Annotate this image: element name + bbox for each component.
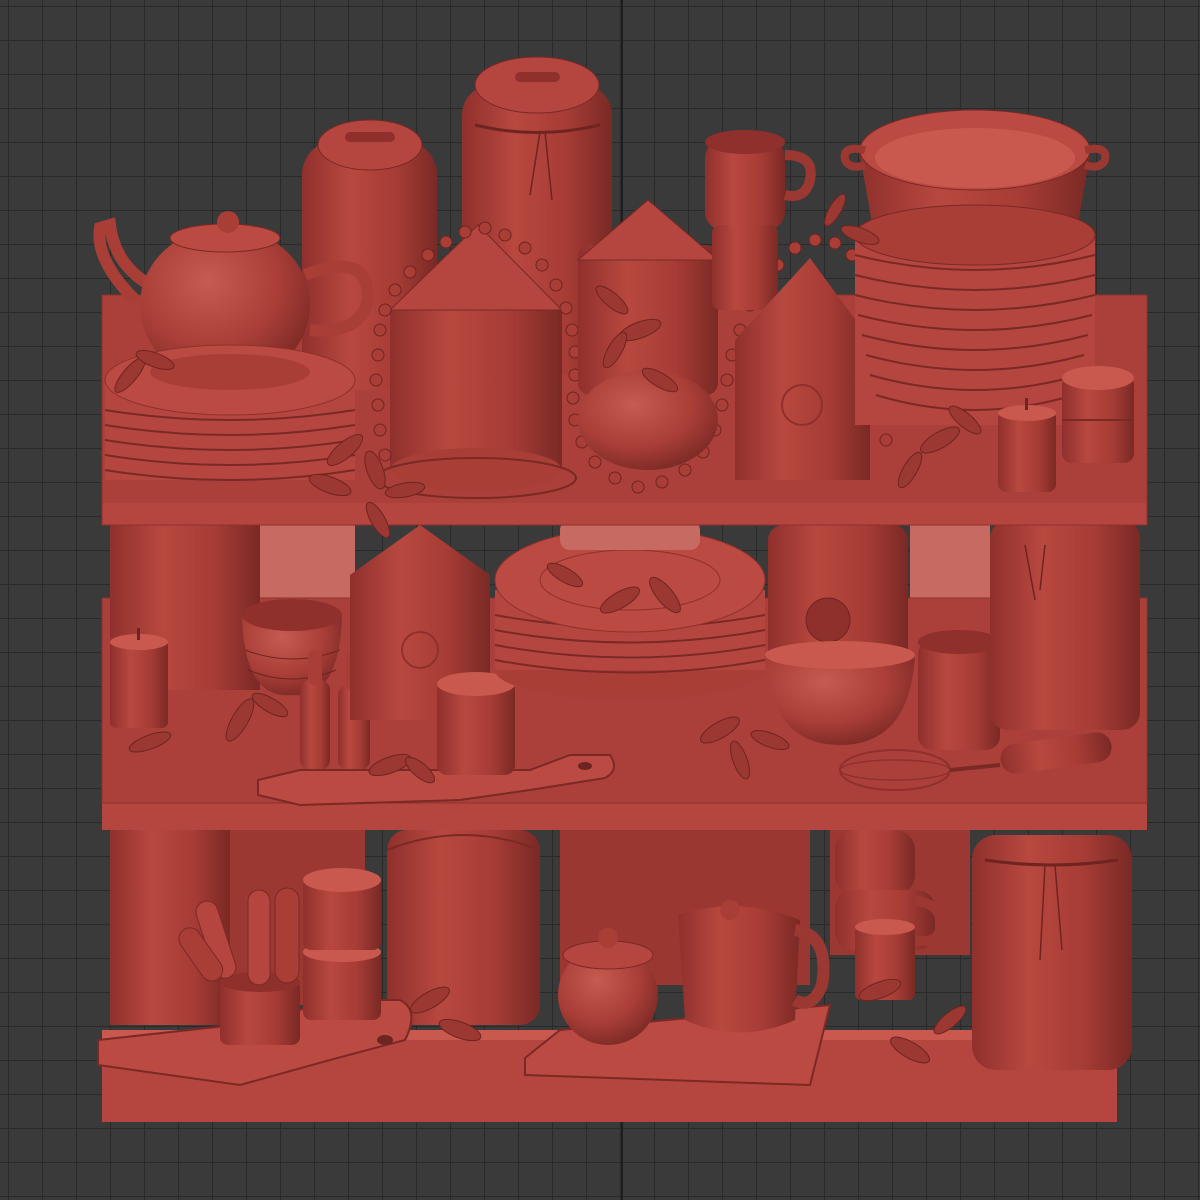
top-jar-small bbox=[1062, 366, 1134, 463]
top-shelf-board-front bbox=[102, 500, 1147, 525]
3d-viewport[interactable] bbox=[0, 0, 1200, 1200]
middle-candle-left bbox=[110, 628, 168, 728]
middle-canister-right bbox=[990, 520, 1140, 730]
middle-plate-stack bbox=[494, 520, 766, 700]
bottom-canister-twine bbox=[972, 835, 1132, 1070]
top-candle-small bbox=[998, 398, 1056, 492]
middle-jar-small bbox=[437, 672, 515, 775]
middle-cup bbox=[918, 630, 1000, 750]
middle-shelf-board-front bbox=[102, 800, 1147, 830]
bottom-jar-stack bbox=[303, 868, 381, 1020]
bottom-canister-center bbox=[386, 830, 541, 1025]
top-plate-stack-right bbox=[854, 204, 1096, 425]
shelf-scene-render bbox=[93, 56, 1148, 1122]
